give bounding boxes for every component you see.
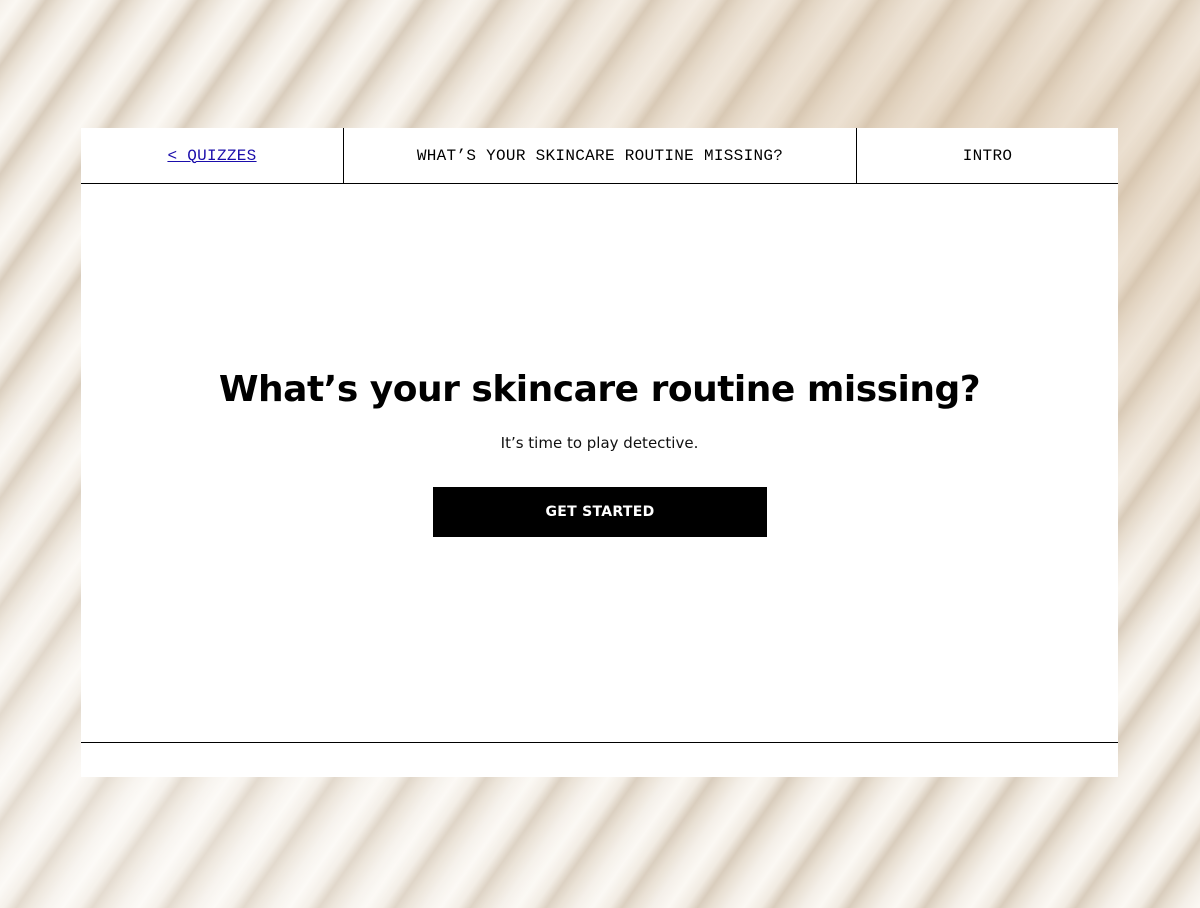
get-started-button[interactable]: GET STARTED <box>433 487 767 537</box>
quiz-intro: What’s your skincare routine missing? It… <box>81 184 1118 742</box>
page-title: What’s your skincare routine missing? <box>218 369 981 410</box>
step-label: INTRO <box>962 146 1013 165</box>
page-subtitle: It’s time to play detective. <box>500 434 699 452</box>
quiz-header-bar: < QUIZZES WHAT’S YOUR SKINCARE ROUTINE M… <box>81 128 1118 184</box>
step-cell: INTRO <box>857 128 1118 183</box>
footer-divider <box>81 742 1118 743</box>
back-to-quizzes-link[interactable]: < QUIZZES <box>167 147 256 165</box>
quiz-card: < QUIZZES WHAT’S YOUR SKINCARE ROUTINE M… <box>81 128 1118 777</box>
quiz-title: WHAT’S YOUR SKINCARE ROUTINE MISSING? <box>416 146 784 165</box>
back-cell: < QUIZZES <box>81 128 344 183</box>
quiz-title-cell: WHAT’S YOUR SKINCARE ROUTINE MISSING? <box>344 128 857 183</box>
